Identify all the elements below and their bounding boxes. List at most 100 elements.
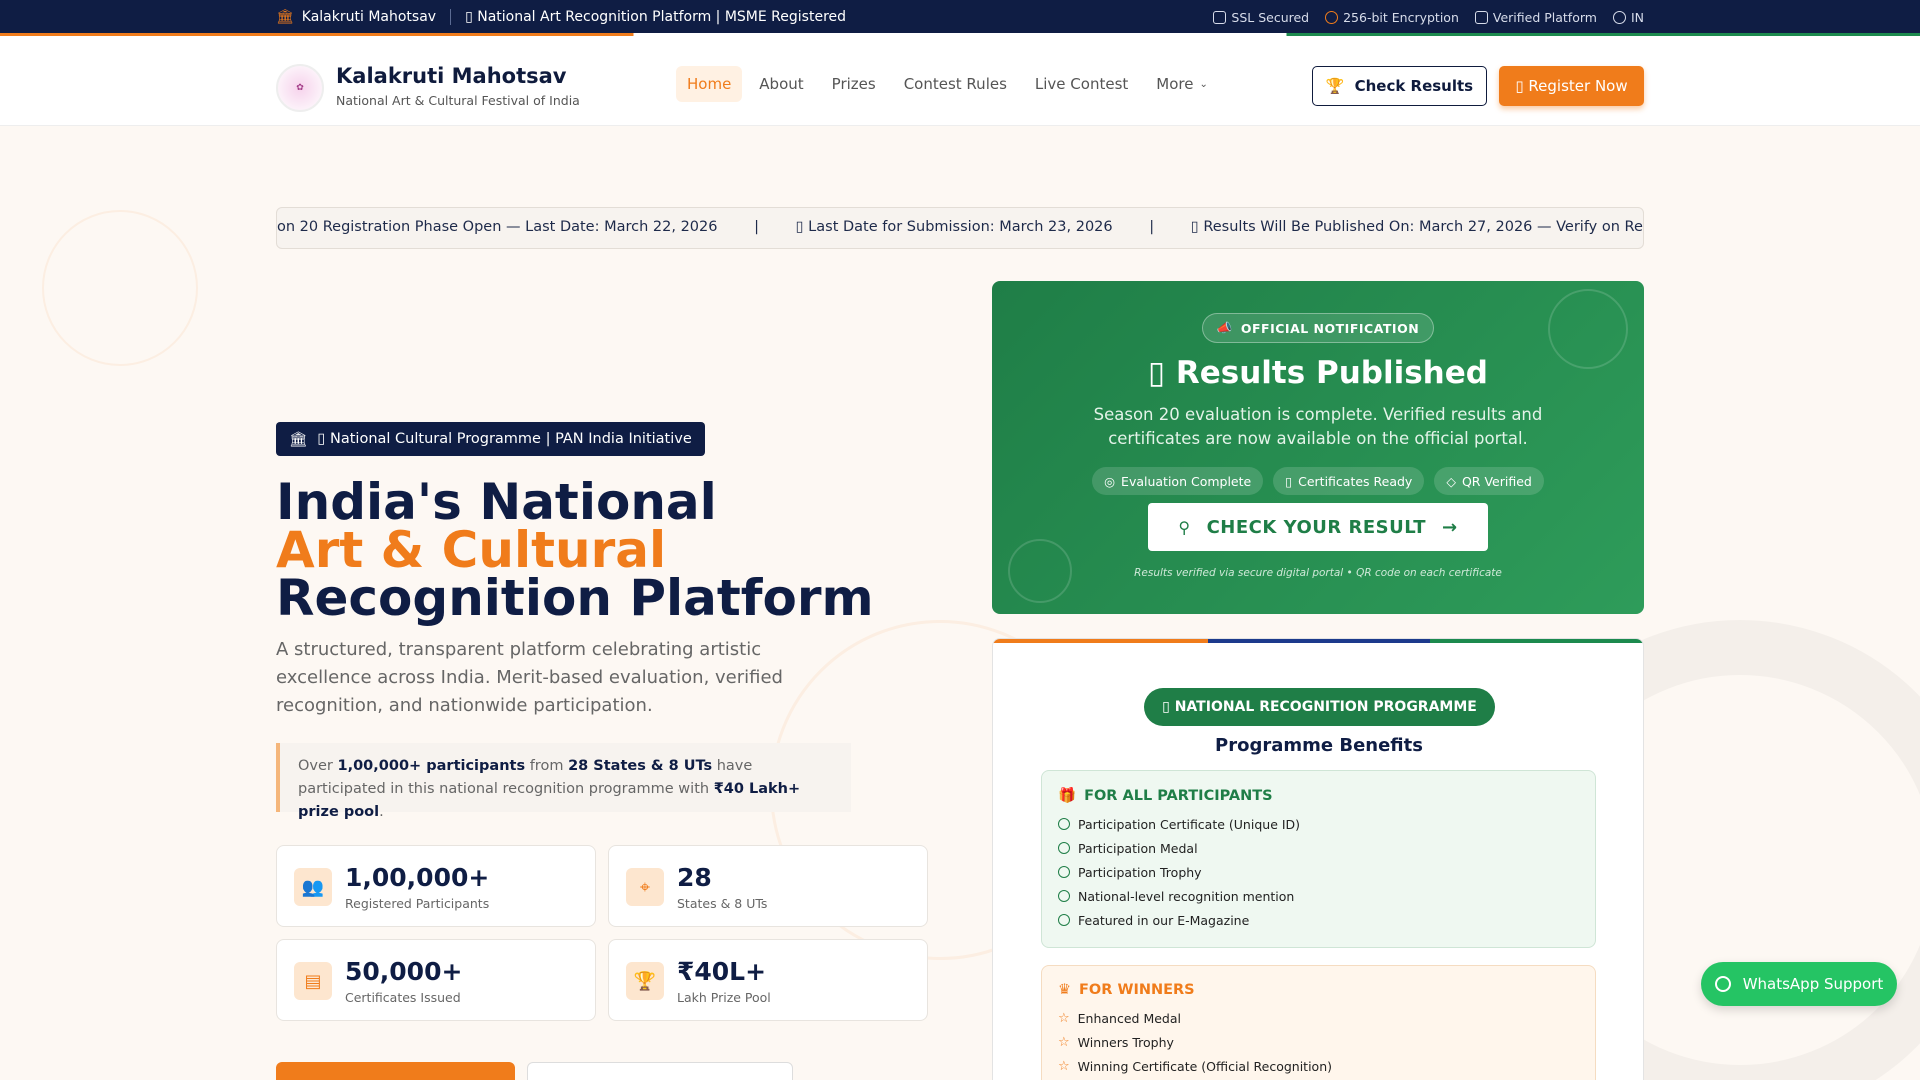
decorative-circle — [42, 210, 198, 366]
divider — [450, 9, 452, 25]
list-item-label: Participation Certificate (Unique ID) — [1078, 816, 1301, 832]
chip-certificates: ▯ Certificates Ready — [1273, 467, 1425, 495]
stat-label: Registered Participants — [345, 896, 490, 911]
nav-menu: Home About Prizes Contest Rules Live Con… — [676, 66, 1219, 102]
list-item-label: National-level recognition mention — [1078, 888, 1295, 904]
hero-title-line3: Recognition Platform — [276, 569, 874, 627]
brand-subtitle: National Art & Cultural Festival of Indi… — [336, 93, 580, 108]
whatsapp-support-button[interactable]: WhatsApp Support — [1701, 962, 1897, 1006]
quote-highlight: 1,00,000+ participants — [337, 758, 526, 774]
hero-title: India's National Art & Cultural Recognit… — [276, 477, 874, 627]
shield-icon: ◇ — [1446, 473, 1456, 489]
chip-label: Evaluation Complete — [1121, 473, 1252, 489]
benefits-title: Programme Benefits — [1215, 735, 1423, 756]
all-participants-heading: 🎁 FOR ALL PARTICIPANTS — [1058, 787, 1579, 805]
nav-item-contest-rules[interactable]: Contest Rules — [893, 66, 1018, 102]
check-circle-icon — [1058, 914, 1070, 926]
check-circle-icon — [1058, 866, 1070, 878]
tricolor-stripe — [993, 639, 1643, 643]
hero-lead: A structured, transparent platform celeb… — [276, 639, 783, 716]
register-now-button[interactable]: ▯ Register Now — [1499, 66, 1644, 106]
encryption-status: 256-bit Encryption — [1325, 10, 1459, 25]
check-circle-icon — [1058, 818, 1070, 830]
hero-badge-label: ▯ National Cultural Programme | PAN Indi… — [317, 431, 692, 447]
search-icon: ⚲ — [1178, 517, 1191, 537]
winners-box: ♛ FOR WINNERS ☆ Enhanced Medal ☆ Winners Tr… — [1041, 965, 1596, 1080]
list-item: Participation Medal — [1058, 836, 1579, 860]
recognition-programme-pill: ▯ NATIONAL RECOGNITION PROGRAMME — [1144, 688, 1495, 726]
arrow-right-icon: → — [1442, 516, 1458, 538]
list-item-label: Enhanced Medal — [1077, 1010, 1181, 1026]
official-notification-label: OFFICIAL NOTIFICATION — [1240, 320, 1420, 336]
star-icon: ☆ — [1058, 1034, 1070, 1050]
results-chips: ◎ Evaluation Complete ▯ Certificates Ready… — [992, 467, 1644, 495]
list-item: Featured in our E-Magazine — [1058, 908, 1579, 932]
stat-value: 28 — [677, 863, 712, 892]
results-note: Results verified via secure digital port… — [1134, 567, 1502, 579]
chip-qr: ◇ QR Verified — [1434, 467, 1544, 495]
ticker-separator: | — [754, 219, 759, 235]
hero-badge: 🏛 ▯ National Cultural Programme | PAN In… — [276, 422, 705, 456]
topbar-tagline: ▯ National Art Recognition Platform | MS… — [465, 9, 847, 25]
list-item-label: Winners Trophy — [1077, 1034, 1174, 1050]
hero-title-line2: Art & Cultural — [276, 521, 667, 579]
check-results-label: Check Results — [1354, 77, 1474, 95]
encryption-label: 256-bit Encryption — [1343, 10, 1459, 25]
users-icon: 👥 — [294, 868, 332, 906]
check-circle-icon: ◎ — [1104, 473, 1116, 489]
stat-card-participants: 👥 1,00,000+ Registered Participants — [276, 845, 596, 927]
map-pin-icon: ⌖ — [626, 868, 664, 906]
ticker-item: ▯ Last Date for Submission: March 23, 20… — [795, 219, 1113, 235]
all-participants-box: 🎁 FOR ALL PARTICIPANTS Participation Cert… — [1041, 770, 1596, 948]
stat-value: 50,000+ — [345, 957, 463, 986]
hero-quote: Over 1,00,000+ participants from 28 Stat… — [276, 743, 851, 820]
announcement-ticker: on 20 Registration Phase Open — Last Dat… — [276, 207, 1644, 249]
chip-label: Certificates Ready — [1298, 473, 1413, 489]
programme-benefits-card: ▯ NATIONAL RECOGNITION PROGRAMME Program… — [992, 638, 1644, 1080]
ssl-status: SSL Secured — [1213, 10, 1309, 25]
globe-icon — [1612, 11, 1626, 24]
quote-text: from — [525, 758, 569, 774]
nav-item-home[interactable]: Home — [676, 66, 743, 102]
official-notification-pill: 📣 OFFICIAL NOTIFICATION — [1202, 313, 1434, 343]
crown-icon: ♛ — [1058, 982, 1071, 998]
country-selector[interactable]: IN — [1612, 10, 1644, 25]
nav-more-label: More — [1156, 75, 1194, 93]
nav-item-prizes[interactable]: Prizes — [821, 66, 887, 102]
whatsapp-label: WhatsApp Support — [1742, 975, 1884, 993]
trophy-icon: 🏆 — [1325, 77, 1345, 95]
secondary-cta-button[interactable] — [527, 1062, 793, 1080]
site-logo[interactable]: ✿ — [276, 64, 324, 112]
verified-label: Verified Platform — [1492, 10, 1597, 25]
stat-label: States & 8 UTs — [677, 896, 768, 911]
chat-bubble-icon — [1714, 976, 1731, 992]
list-item-label: Featured in our E-Magazine — [1078, 912, 1250, 928]
top-info-bar: 🏛 Kalakruti Mahotsav ▯ National Art Reco… — [0, 0, 1920, 36]
list-item: ☆ Winning Certificate (Official Recogniti… — [1058, 1054, 1579, 1078]
list-item: National-level recognition mention — [1058, 884, 1579, 908]
all-participants-title: FOR ALL PARTICIPANTS — [1084, 787, 1273, 804]
list-item: Participation Certificate (Unique ID) — [1058, 812, 1579, 836]
results-description: Season 20 evaluation is complete. Verifi… — [1093, 405, 1543, 448]
check-results-button[interactable]: 🏆 Check Results — [1312, 66, 1487, 106]
document-icon: ▯ — [1285, 473, 1293, 489]
quote-highlight: 28 States & 8 UTs — [568, 758, 713, 774]
ssl-label: SSL Secured — [1231, 10, 1310, 25]
list-item: Participation Trophy — [1058, 860, 1579, 884]
stat-card-prize: 🏆 ₹40L+ Lakh Prize Pool — [608, 939, 928, 1021]
country-label: IN — [1630, 10, 1644, 25]
check-your-result-button[interactable]: ⚲ CHECK YOUR RESULT → — [1148, 503, 1488, 551]
check-result-cta-button[interactable] — [276, 1062, 515, 1080]
lock-icon — [1213, 11, 1227, 24]
results-title: ▯ Results Published — [1148, 355, 1488, 391]
chip-evaluation: ◎ Evaluation Complete — [1092, 467, 1264, 495]
megaphone-icon: 📣 — [1216, 320, 1233, 335]
nav-item-more[interactable]: More ⌄ — [1145, 66, 1219, 102]
list-item: ☆ Winners Trophy — [1058, 1030, 1579, 1054]
brand[interactable]: Kalakruti Mahotsav National Art & Cultur… — [336, 64, 580, 108]
main-navbar: ✿ Kalakruti Mahotsav National Art & Cult… — [0, 36, 1920, 126]
nav-item-about[interactable]: About — [748, 66, 814, 102]
nav-item-live-contest[interactable]: Live Contest — [1024, 66, 1139, 102]
topbar-brand: Kalakruti Mahotsav — [301, 9, 437, 25]
stat-card-states: ⌖ 28 States & 8 UTs — [608, 845, 928, 927]
